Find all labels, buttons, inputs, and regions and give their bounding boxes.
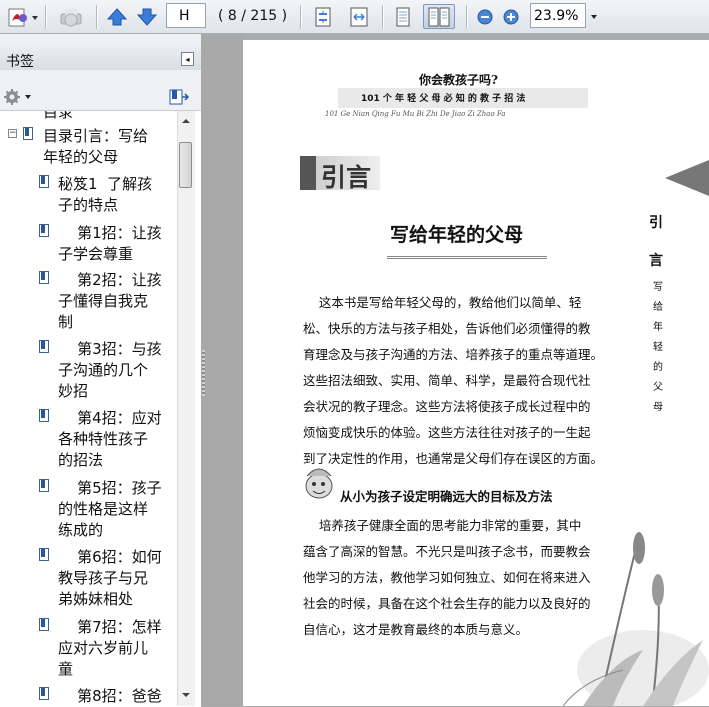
scroll-down-icon[interactable] [181,691,191,699]
zoom-in-button[interactable] [501,4,521,29]
panel-splitter[interactable] [201,34,243,706]
header-pinyin: 101 Ge Nian Qing Fu Mu Bi Zhi De Jiao Zi… [325,110,506,118]
bookmark-icon [39,340,49,353]
bookmark-scrollbar[interactable] [177,111,195,706]
bookmark-item-tip-6[interactable]: 第6招：如何 教导孩子与兄 弟姊妹相处 [58,547,162,610]
zoom-in-icon [503,9,519,24]
toolbar: H ( 8 / 215 ) 23.9% [0,0,709,34]
cattail-illustration [562,532,709,706]
bookmarks-title: 书签 [6,54,34,70]
bookmark-item-tip-8[interactable]: 第8招：爸爸 [58,686,162,707]
bookmark-icon [39,618,49,631]
bookmark-item-secret-1[interactable]: 秘笈1 了解孩 子的特点 [58,174,152,216]
bookmark-icon [39,224,49,237]
collapse-toggle[interactable]: − [8,129,17,138]
collapse-panel-button[interactable]: ◂ [181,52,194,66]
bookmarks-panel: 书签 ◂ 目录 − 目录引言：写给 年轻的父母 秘笈1 了解孩 子的特点 第1招… [0,34,201,707]
zoom-out-icon [477,9,493,24]
bookmarks-toolbar [0,82,201,110]
two-page-icon [428,7,450,26]
zoom-out-button[interactable] [475,4,495,29]
single-page-icon [396,7,410,26]
prev-page-icon [106,7,128,25]
bookmark-tree: 目录 − 目录引言：写给 年轻的父母 秘笈1 了解孩 子的特点 第1招：让孩 子… [0,110,201,707]
paragraph-line: 这些招法细致、实用、简单、科学，是最符合现代社 [303,373,591,388]
two-page-view-button[interactable] [423,4,455,29]
page-count: ( 8 / 215 ) [218,8,288,24]
chapter-label: 引言 [321,163,372,192]
paragraph-line: 到了决定性的作用，也通常是父母们存在误区的方面。 [303,451,604,466]
document-page: 你会教孩子吗? 101 个 年 轻 父 母 必 知 的 教 子 招 法 101 … [243,40,709,706]
bookmark-item-tip-4[interactable]: 第4招：应对 各种特性孩子 的招法 [58,408,162,471]
bookmark-icon [39,409,49,422]
subheading: 从小为孩子设定明确远大的目标及方法 [340,489,553,504]
single-page-view-button[interactable] [390,4,416,29]
bookmark-icon [23,127,33,140]
paragraph-line: 培养孩子健康全面的思考能力非常的重要，其中 [303,518,582,533]
bookmark-icon [39,548,49,561]
fit-width-icon [350,7,368,26]
bookmark-item-intro[interactable]: 目录引言：写给 年轻的父母 [43,126,148,168]
bookmark-icon [39,479,49,492]
side-tab-2: 言 [649,253,663,269]
new-bookmark-icon[interactable] [168,88,190,106]
bookmark-icon [39,271,49,284]
paragraph-line: 这本书是写给年轻父母的，教给他们以简单、轻 [303,295,582,310]
fit-page-button[interactable] [310,4,336,29]
bookmark-icon [39,687,49,700]
print-button[interactable] [56,4,86,29]
previous-page-button[interactable] [104,4,130,29]
print-icon [60,8,82,26]
cartoon-child-icon [305,468,333,499]
fit-width-button[interactable] [346,4,372,29]
side-vertical-title: 写 给 年 轻 的 父 母 [653,282,663,413]
options-gear-icon[interactable] [3,88,33,106]
header-subtitle: 101 个 年 轻 父 母 必 知 的 教 子 招 法 [361,94,526,104]
section-title: 写给年轻的父母 [390,224,524,246]
bookmark-item-tip-7[interactable]: 第7招：怎样 应对六岁前儿 童 [58,617,162,680]
bookmark-item-contents[interactable]: 目录 [43,111,73,123]
paragraph-line: 会状况的教子理念。这些方法将使孩子成长过程中的 [303,399,591,414]
bookmark-item-tip-1[interactable]: 第1招：让孩 子学会尊重 [58,223,162,265]
create-pdf-icon [8,8,38,26]
paragraph-line: 自信心，这才是教育最终的本质与意义。 [303,622,529,637]
bookmark-item-tip-2[interactable]: 第2招：让孩 子懂得自我克 制 [58,270,162,333]
bookmark-item-tip-5[interactable]: 第5招：孩子 的性格是这样 练成的 [58,478,162,541]
bookmark-item-tip-3[interactable]: 第3招：与孩 子沟通的几个 妙招 [58,339,162,402]
next-page-button[interactable] [134,4,160,29]
paragraph-line: 松、快乐的方法与孩子相处，告诉他们必须懂得的教 [303,321,591,336]
chapter-mark [300,156,316,190]
paragraph-line: 烦恼变成快乐的体验。这些方法往往对孩子的一生起 [303,425,591,440]
zoom-dropdown[interactable] [588,4,600,29]
zoom-level-input[interactable]: 23.9% [530,3,586,28]
paragraph-line: 育理念及与孩子沟通的方法、培养孩子的重点等道理。 [303,347,604,362]
scroll-up-icon[interactable] [181,117,191,125]
bookmark-icon [39,175,49,188]
page-number-input[interactable]: H [166,3,206,28]
scrollbar-thumb[interactable] [179,142,192,188]
side-tab-1: 引 [649,215,663,231]
header-title: 你会教孩子吗? [419,73,499,87]
next-page-icon [136,8,158,26]
chapter-tab-icon [665,160,709,196]
chevron-down-icon [591,14,597,19]
create-pdf-button[interactable] [4,4,40,29]
fit-page-icon [315,7,331,26]
